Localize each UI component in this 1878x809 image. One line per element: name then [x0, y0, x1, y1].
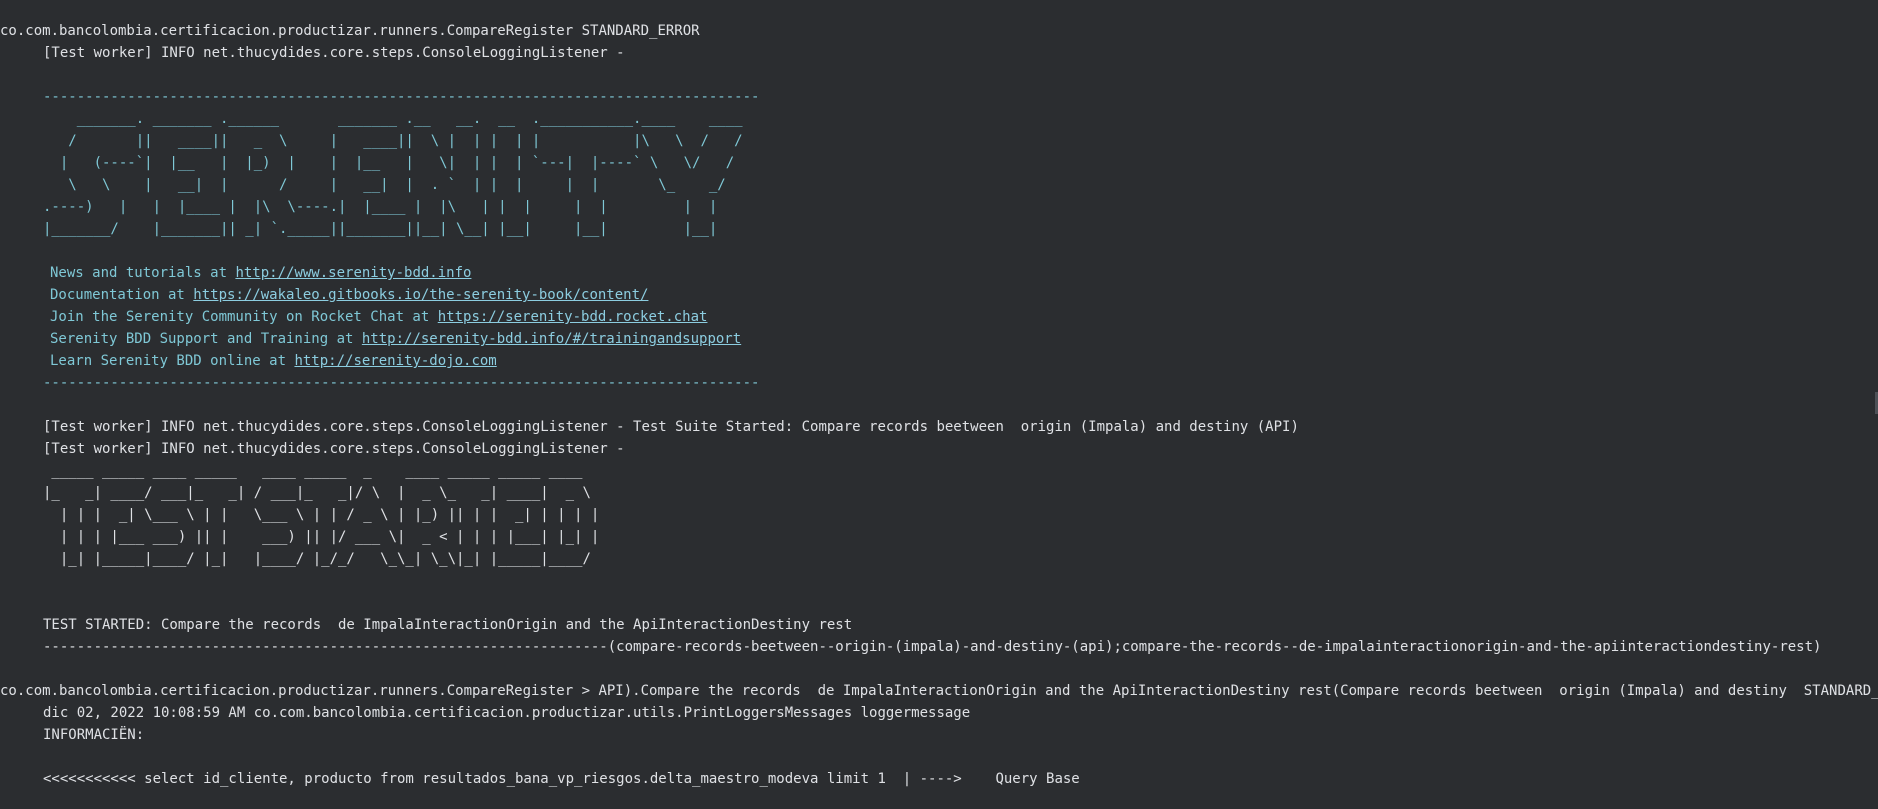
serenity-ascii-banner-line: .----) | | |____ | |\ \----.| |____ | |\…: [43, 199, 718, 215]
separator-line: ----------------------------------------…: [43, 375, 760, 391]
serenity-ascii-banner-line: _______. _______ .______ _______ .__ __.…: [43, 111, 743, 127]
info-text: News and tutorials at: [50, 265, 236, 281]
serenity-ascii-banner-line: \ \ | __| | / | __| | . ` | | | | | \_ _…: [43, 177, 726, 193]
info-line-support: Serenity BDD Support and Training at htt…: [0, 328, 1878, 350]
serenity-ascii-banner-line: | (----`| |__ | |_) | | |__ | \| | | | `…: [43, 155, 735, 171]
info-text: Join the Serenity Community on Rocket Ch…: [50, 309, 438, 325]
serenity-book-link[interactable]: https://wakaleo.gitbooks.io/the-serenity…: [193, 287, 648, 303]
test-started-ascii-line: | | | |___ ___) || | ___) || |/ ___ \| _…: [43, 529, 600, 545]
info-label: INFORMACIËN:: [43, 727, 145, 743]
test-started-ascii-line: |_| |_____|____/ |_| |____/ |_/_/ \_\_| …: [43, 551, 591, 567]
info-line-documentation: Documentation at https://wakaleo.gitbook…: [0, 284, 1878, 306]
serenity-ascii-banner-line: / || ____|| _ \ | ____|| \ | | | | | |\ …: [43, 133, 743, 149]
query-line: <<<<<<<<<<< select id_cliente, producto …: [43, 771, 1080, 787]
log-header-standard-error: co.com.bancolombia.certificacion.product…: [0, 683, 1878, 699]
test-started-ascii-line: _____ _____ ____ _____ ____ _____ _ ____…: [43, 463, 583, 479]
log-header-standard-error: co.com.bancolombia.certificacion.product…: [0, 23, 700, 39]
training-support-link[interactable]: http://serenity-bdd.info/#/trainingandsu…: [362, 331, 741, 347]
serenity-ascii-banner-line: |_______/ |_______|| _| `._____||_______…: [43, 221, 718, 237]
test-started-ascii-line: |_ _| ____/ ___|_ _| / ___|_ _|/ \ | _ \…: [43, 485, 591, 501]
test-started-line: TEST STARTED: Compare the records de Imp…: [43, 617, 853, 633]
serenity-dojo-link[interactable]: http://serenity-dojo.com: [294, 353, 496, 369]
info-line-learn: Learn Serenity BDD online at http://sere…: [0, 350, 1878, 372]
info-text: Documentation at: [50, 287, 194, 303]
console-output[interactable]: co.com.bancolombia.certificacion.product…: [0, 0, 1878, 809]
info-line-community: Join the Serenity Community on Rocket Ch…: [0, 306, 1878, 328]
test-started-ascii-line: | | | _| \___ \ | | \___ \ | | / _ \ | |…: [43, 507, 600, 523]
separator-line: ----------------------------------------…: [43, 89, 760, 105]
serenity-bdd-info-link[interactable]: http://www.serenity-bdd.info: [235, 265, 471, 281]
info-line-news: News and tutorials at http://www.serenit…: [0, 262, 1878, 284]
log-line-suite-started: [Test worker] INFO net.thucydides.core.s…: [43, 419, 1299, 435]
log-line-test-worker: [Test worker] INFO net.thucydides.core.s…: [43, 45, 625, 61]
info-text: Serenity BDD Support and Training at: [50, 331, 362, 347]
logger-message-line: dic 02, 2022 10:08:59 AM co.com.bancolom…: [43, 705, 971, 721]
info-text: Learn Serenity BDD online at: [50, 353, 295, 369]
rocket-chat-link[interactable]: https://serenity-bdd.rocket.chat: [438, 309, 708, 325]
log-line-test-worker: [Test worker] INFO net.thucydides.core.s…: [43, 441, 625, 457]
test-id-line: ----------------------------------------…: [43, 639, 1822, 655]
